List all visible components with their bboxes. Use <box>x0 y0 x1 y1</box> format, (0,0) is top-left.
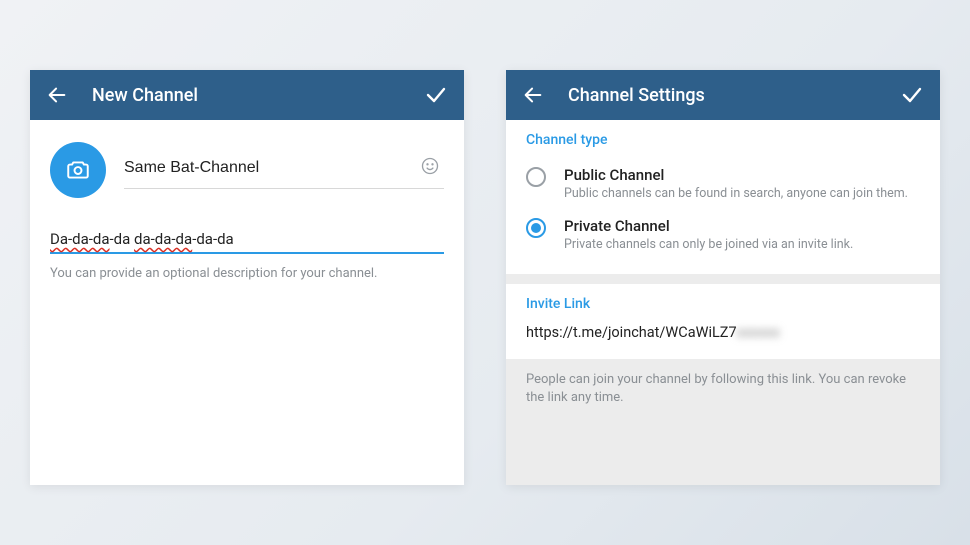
channel-type-heading: Channel type <box>526 132 920 148</box>
public-channel-label: Public Channel <box>564 166 908 184</box>
invite-link-heading: Invite Link <box>526 296 920 312</box>
settings-titlebar: Channel Settings <box>506 70 940 120</box>
radio-icon <box>526 218 546 238</box>
confirm-check-icon[interactable] <box>424 83 448 107</box>
private-channel-option[interactable]: Private Channel Private channels can onl… <box>526 209 920 260</box>
invite-link-section: Invite Link https://t.me/joinchat/WCaWiL… <box>506 284 940 359</box>
radio-icon <box>526 167 546 187</box>
channel-name-input[interactable] <box>124 159 416 177</box>
channel-photo-button[interactable] <box>50 142 106 198</box>
new-channel-title: New Channel <box>92 85 400 106</box>
invite-link-hint: People can join your channel by followin… <box>506 359 940 447</box>
channel-type-section: Channel type Public Channel Public chann… <box>506 120 940 274</box>
public-channel-sub: Public channels can be found in search, … <box>564 186 908 201</box>
new-channel-card: New Channel Da-da-da-da da-da-da-da-da Y… <box>30 70 464 485</box>
new-channel-body: Da-da-da-da da-da-da-da-da You can provi… <box>30 120 464 301</box>
new-channel-titlebar: New Channel <box>30 70 464 120</box>
private-channel-label: Private Channel <box>564 217 853 235</box>
invite-link-value[interactable]: https://t.me/joinchat/WCaWiLZ7xxxxxx <box>526 322 920 349</box>
public-channel-option[interactable]: Public Channel Public channels can be fo… <box>526 158 920 209</box>
channel-settings-card: Channel Settings Channel type Public Cha… <box>506 70 940 485</box>
channel-description-input[interactable]: Da-da-da-da da-da-da-da-da <box>50 230 444 254</box>
confirm-check-icon[interactable] <box>900 83 924 107</box>
channel-name-row <box>50 136 444 212</box>
camera-icon <box>65 157 91 183</box>
channel-name-field-wrap <box>124 152 444 189</box>
back-arrow-icon[interactable] <box>46 84 68 106</box>
emoji-picker-icon[interactable] <box>416 152 444 184</box>
settings-title: Channel Settings <box>568 85 876 106</box>
back-arrow-icon[interactable] <box>522 84 544 106</box>
section-divider <box>506 274 940 284</box>
private-channel-sub: Private channels can only be joined via … <box>564 237 853 252</box>
description-hint: You can provide an optional description … <box>50 266 444 281</box>
